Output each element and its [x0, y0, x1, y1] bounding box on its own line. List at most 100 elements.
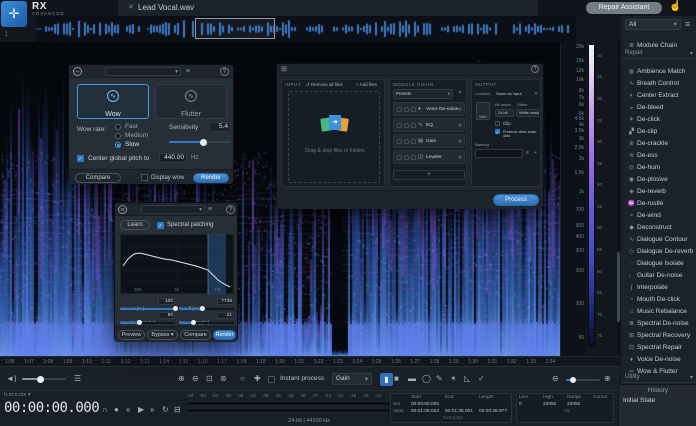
sidebar-item-spectral-recovery[interactable]: ⊞Spectral Recovery: [621, 324, 696, 336]
naming-tokens-icon[interactable]: ≡: [526, 150, 529, 156]
center-pitch-value[interactable]: 440.00: [159, 153, 187, 163]
sensitivity-slider[interactable]: [169, 141, 231, 143]
go-to-end-icon[interactable]: »: [150, 405, 154, 414]
chain-row-leveler[interactable]: ◫Leveler✕: [393, 150, 465, 164]
sidebar-item-spectral-de-noise[interactable]: ≣Spectral De-noise: [621, 312, 696, 324]
overview-waveform-canvas[interactable]: [36, 16, 576, 42]
zoom-out-tool[interactable]: ⊖: [192, 374, 199, 384]
history-item[interactable]: Initial State: [623, 397, 655, 404]
tab-close-icon[interactable]: ✕: [128, 0, 134, 16]
volume-slider-handle[interactable]: [37, 376, 44, 383]
param-value[interactable]: 50: [158, 312, 175, 319]
param-value[interactable]: 7738: [217, 298, 234, 305]
chain-settings-toggle[interactable]: [411, 139, 416, 144]
loop-icon[interactable]: ↻: [162, 405, 169, 414]
wow-mode-tile[interactable]: ∿ Wow: [77, 84, 149, 119]
time-selection-tool[interactable]: ▮: [380, 373, 393, 386]
wow-rate-radio-slow[interactable]: [115, 142, 121, 148]
de-ess-preset-select[interactable]: ▾: [141, 205, 205, 214]
tab-filename[interactable]: Lead Vocal.wav: [138, 0, 194, 16]
learn-button[interactable]: Learn: [120, 220, 150, 230]
display-wow-checkbox[interactable]: [141, 174, 148, 181]
module-list-menu-icon[interactable]: ≡: [685, 19, 690, 30]
chain-row-gain[interactable]: ▤Gain✕: [393, 134, 465, 148]
instant-process-checkbox[interactable]: [268, 376, 275, 383]
section-header-repair[interactable]: Repair▾: [621, 48, 696, 59]
bypass-button[interactable]: Bypass ▾: [147, 330, 178, 340]
remove-module-icon[interactable]: ✕: [458, 123, 462, 129]
module-filter-select[interactable]: All▾: [625, 19, 681, 30]
chain-bypass-toggle[interactable]: [397, 107, 402, 112]
chain-settings-toggle[interactable]: [411, 107, 416, 112]
sidebar-item-music-rebalance[interactable]: ♫Music Rebalance: [621, 300, 696, 312]
record-icon[interactable]: ●: [114, 405, 119, 414]
add-files-button[interactable]: + Add files: [356, 82, 377, 87]
chain-bypass-toggle[interactable]: [397, 155, 402, 160]
preserve-audio-checkbox[interactable]: ✓: [495, 129, 500, 134]
sidebar-item-de-wind[interactable]: ≈De-wind: [621, 204, 696, 216]
output-routing-icon[interactable]: ⊟: [174, 405, 181, 414]
volume-slider[interactable]: [22, 378, 66, 380]
clear-chain-icon[interactable]: ✕: [458, 90, 462, 96]
zoom-in-tool[interactable]: ⊕: [178, 374, 185, 384]
chain-bypass-toggle[interactable]: [397, 123, 402, 128]
magnify-tool[interactable]: ○: [240, 374, 245, 384]
chain-solo-toggle[interactable]: [404, 123, 409, 128]
grab-tool[interactable]: ✚: [254, 374, 261, 384]
chain-bypass-toggle[interactable]: [397, 139, 402, 144]
section-header-utility[interactable]: Utility▾: [621, 372, 696, 383]
remove-all-files-button[interactable]: ↺ Remove all files: [306, 82, 343, 88]
zoom-selection-tool[interactable]: ⊡: [206, 374, 213, 384]
center-pitch-checkbox[interactable]: ✓: [77, 155, 84, 162]
param-slider-handle[interactable]: [200, 306, 205, 311]
sidebar-item-guitar-de-noise[interactable]: ♩Guitar De-noise: [621, 264, 696, 276]
remove-module-icon[interactable]: ✕: [458, 155, 462, 161]
sidebar-item-de-click[interactable]: ✶De-click: [621, 108, 696, 120]
add-module-button[interactable]: +: [393, 170, 465, 180]
param-value[interactable]: 21: [217, 312, 234, 319]
instant-process-mode-select[interactable]: Gain▾: [332, 373, 372, 385]
chain-solo-toggle[interactable]: [404, 139, 409, 144]
chain-solo-toggle[interactable]: [404, 155, 409, 160]
wow-rate-radio-fast[interactable]: [115, 124, 121, 130]
spectral-patching-checkbox[interactable]: ✓: [157, 222, 164, 229]
playback-settings-icon[interactable]: ☰: [74, 374, 81, 384]
frequency-selection-tool[interactable]: ▬: [408, 374, 416, 384]
dither-select[interactable]: White noise: [516, 109, 539, 117]
overview-view-indicator[interactable]: [195, 18, 275, 39]
zoom-fit-tool[interactable]: ⊛: [220, 374, 227, 384]
time-format-select[interactable]: h:m:s.ms ▾: [4, 392, 31, 398]
compare-button[interactable]: Compare: [75, 173, 121, 183]
naming-add-icon[interactable]: +: [534, 150, 537, 156]
chain-solo-toggle[interactable]: [404, 107, 409, 112]
repair-assistant-button[interactable]: Repair Assistant: [586, 2, 662, 14]
de-ess-dialog-header[interactable]: ≋ ▾ ≡ ?: [115, 203, 237, 216]
compare-button[interactable]: Compare: [180, 330, 211, 340]
bit-depth-select[interactable]: 24-bit: [495, 109, 514, 117]
sidebar-item-dialogue-de-reverb[interactable]: ◇Dialogue De-reverb: [621, 240, 696, 252]
render-button[interactable]: Render: [193, 173, 229, 183]
param-slider-handle[interactable]: [173, 306, 178, 311]
remove-module-icon[interactable]: ✕: [458, 107, 462, 113]
chain-row-voice-de-noise[interactable]: ♦Voice De-noise✕: [393, 102, 465, 116]
sidebar-item-de-reverb[interactable]: ◈De-reverb: [621, 180, 696, 192]
sidebar-item-de-bleed[interactable]: ◒De-bleed: [621, 96, 696, 108]
sensitivity-slider-handle[interactable]: [200, 139, 207, 146]
waveform-overview[interactable]: [36, 16, 576, 42]
clear-location-icon[interactable]: ✕: [534, 91, 538, 97]
render-button[interactable]: Render: [213, 330, 236, 340]
sidebar-item-interpolate[interactable]: ∫Interpolate: [621, 276, 696, 288]
de-ess-spectrum-graph[interactable]: 1001k10k: [120, 234, 234, 294]
sidebar-item-ambience-match[interactable]: ◍Ambience Match: [621, 60, 696, 72]
wedge-selection-tool[interactable]: ◺: [464, 374, 470, 384]
sidebar-item-voice-de-noise[interactable]: ♦Voice De-noise: [621, 348, 696, 360]
param-slider-handle[interactable]: [137, 320, 142, 325]
sidebar-item-wow-flutter[interactable]: ∾Wow & Flutter: [621, 360, 696, 372]
hand-cursor-icon[interactable]: ☝: [669, 1, 681, 12]
brush-selection-tool[interactable]: ✎: [436, 374, 443, 384]
naming-input[interactable]: [475, 149, 523, 158]
play-icon[interactable]: ▶: [138, 405, 144, 414]
help-icon[interactable]: ?: [226, 205, 235, 214]
location-value[interactable]: Same as input: [496, 91, 522, 96]
remove-module-icon[interactable]: ✕: [458, 139, 462, 145]
